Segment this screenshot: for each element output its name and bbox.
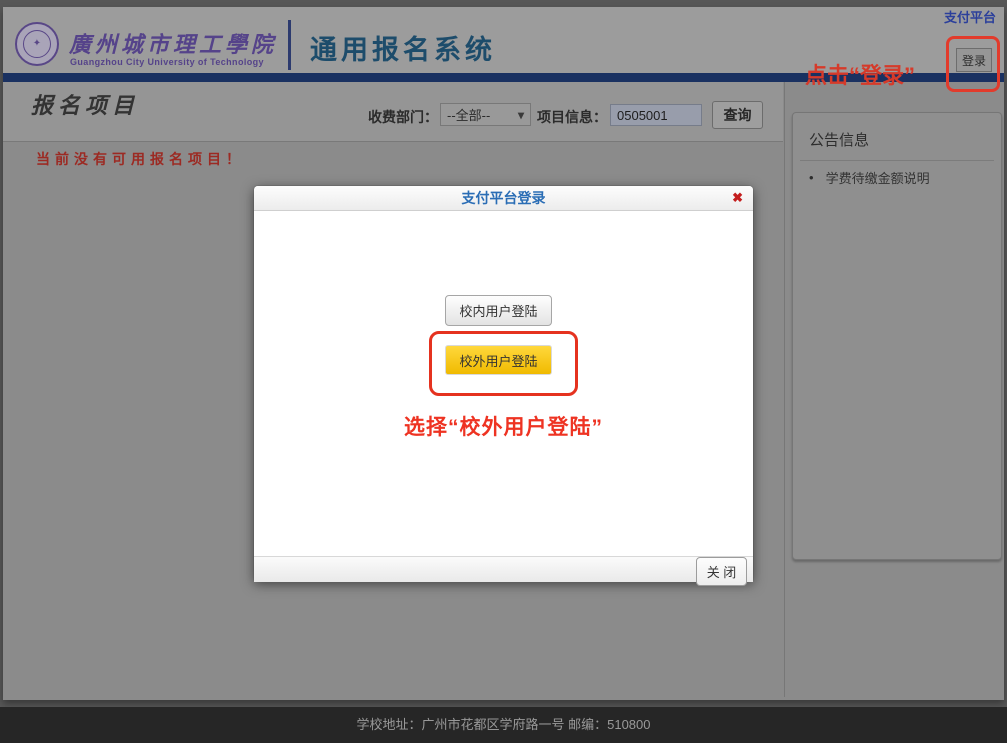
announcement-list-item[interactable]: • 学费待缴金额说明 bbox=[809, 168, 930, 187]
university-name: 廣州城市理工學院 bbox=[69, 32, 278, 58]
system-title: 通用报名系统 bbox=[310, 35, 496, 65]
internal-user-login-button[interactable]: 校内用户登陆 bbox=[445, 295, 552, 326]
content-sidebar-divider bbox=[784, 82, 785, 697]
announcement-item-label: 学费待缴金额说明 bbox=[825, 171, 930, 186]
dialog-title: 支付平台登录 bbox=[461, 190, 546, 206]
toolbar-divider bbox=[3, 141, 783, 142]
announcement-panel-title: 公告信息 bbox=[809, 132, 870, 149]
department-label: 收费部门： bbox=[368, 109, 438, 125]
dialog-titlebar: 支付平台登录 ✖ bbox=[254, 186, 753, 211]
pay-platform-link[interactable]: 支付平台 bbox=[944, 7, 996, 26]
department-select[interactable]: --全部-- ▾ bbox=[440, 103, 531, 126]
close-icon[interactable]: ✖ bbox=[732, 190, 743, 206]
login-highlight-box bbox=[946, 36, 1000, 92]
header-separator bbox=[288, 20, 291, 70]
external-login-highlight-box bbox=[429, 331, 578, 396]
choose-hint-text: 选择“校外用户登陆” bbox=[404, 416, 603, 439]
announcement-panel-divider bbox=[800, 160, 994, 161]
department-select-value: --全部-- bbox=[447, 108, 491, 123]
project-label: 项目信息： bbox=[537, 109, 607, 125]
announcement-panel: 公告信息 • 学费待缴金额说明 bbox=[792, 112, 1002, 560]
login-hint-text: 点击“登录” bbox=[805, 63, 916, 88]
dialog-close-button[interactable]: 关 闭 bbox=[696, 557, 747, 586]
bullet-icon: • bbox=[809, 170, 814, 185]
university-seal-icon: ✦ bbox=[15, 22, 59, 66]
empty-projects-message: 当前没有可用报名项目！ bbox=[36, 151, 245, 167]
page-title: 报名项目 bbox=[31, 93, 140, 119]
footer: 学校地址：广州市花都区学府路一号 邮编：510800 bbox=[0, 707, 1007, 743]
school-address: 学校地址：广州市花都区学府路一号 邮编：510800 bbox=[356, 717, 651, 732]
university-name-en: Guangzhou City University of Technology bbox=[70, 57, 264, 67]
project-input[interactable] bbox=[610, 104, 702, 126]
dialog-footerbar bbox=[254, 556, 753, 582]
chevron-down-icon: ▾ bbox=[517, 107, 524, 122]
search-button[interactable]: 查询 bbox=[712, 101, 763, 129]
seal-glyph-icon: ✦ bbox=[23, 30, 51, 58]
